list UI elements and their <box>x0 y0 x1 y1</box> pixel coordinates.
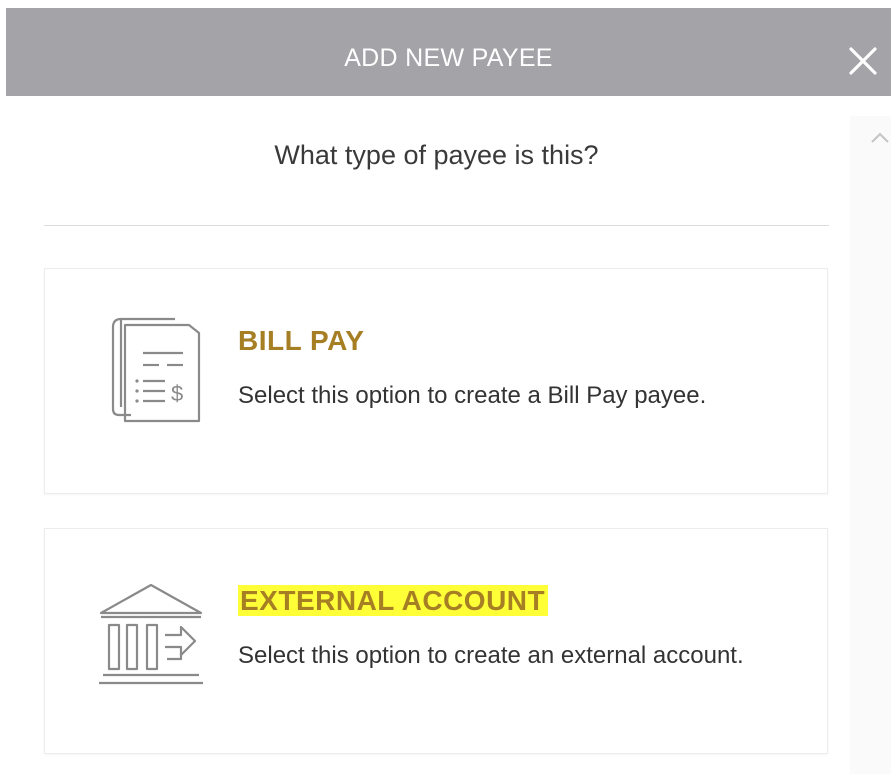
divider <box>44 225 829 226</box>
close-button[interactable] <box>845 43 881 79</box>
chevron-up-icon[interactable] <box>870 130 890 146</box>
bill-pay-title: BILL PAY <box>238 325 365 356</box>
payee-type-question: What type of payee is this? <box>274 140 599 170</box>
external-account-title: EXTERNAL ACCOUNT <box>238 585 549 617</box>
close-icon <box>849 47 877 75</box>
svg-text:$: $ <box>171 381 183 406</box>
dialog-body: What type of payee is this? $ BILL PAY S… <box>0 96 891 774</box>
bill-pay-description: Select this option to create a Bill Pay … <box>238 382 707 409</box>
highlighted-text: EXTERNAL ACCOUNT <box>238 585 549 616</box>
bank-transfer-icon <box>99 583 203 685</box>
bill-pay-option[interactable]: $ BILL PAY Select this option to create … <box>44 268 828 494</box>
dialog-title: ADD NEW PAYEE <box>344 44 553 72</box>
scrollbar[interactable] <box>850 116 891 774</box>
add-payee-dialog: ADD NEW PAYEE What type of payee is this… <box>0 0 891 774</box>
dialog-header: ADD NEW PAYEE <box>6 8 891 96</box>
external-account-description: Select this option to create an external… <box>238 642 744 669</box>
bill-document-icon: $ <box>111 317 201 423</box>
external-account-option[interactable]: EXTERNAL ACCOUNT Select this option to c… <box>44 528 828 754</box>
